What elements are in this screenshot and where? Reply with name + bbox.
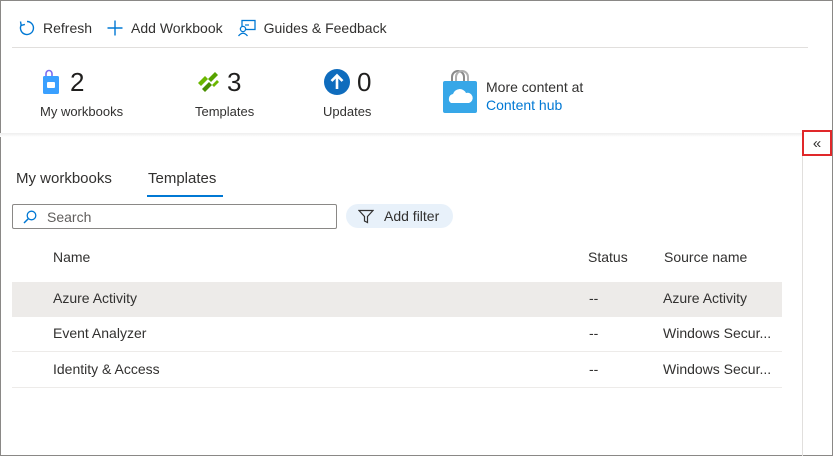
active-tab-indicator bbox=[147, 195, 223, 197]
row-status: -- bbox=[589, 361, 599, 377]
refresh-label: Refresh bbox=[43, 20, 93, 36]
row-name: Identity & Access bbox=[53, 361, 160, 377]
search-box[interactable] bbox=[12, 204, 337, 229]
row-source-name: Azure Activity bbox=[663, 290, 748, 306]
table-row[interactable]: Event Analyzer -- Windows Secur... bbox=[12, 317, 782, 352]
add-filter-button[interactable]: Add filter bbox=[346, 204, 453, 228]
table-row[interactable]: Azure Activity -- Azure Activity bbox=[12, 282, 782, 317]
updates-count: 0 bbox=[357, 67, 372, 97]
table-row[interactable]: Identity & Access -- Windows Secur... bbox=[12, 353, 782, 388]
tab-templates[interactable]: Templates bbox=[148, 170, 216, 187]
search-icon bbox=[23, 210, 37, 224]
summary-stats: 2 My workbooks 3 Templates 0 Updates bbox=[0, 48, 808, 134]
templates-count: 3 bbox=[227, 67, 242, 97]
content-hub-bag-icon bbox=[443, 70, 477, 113]
row-source-name: Windows Secur... bbox=[663, 361, 772, 377]
refresh-button[interactable]: Refresh bbox=[12, 10, 100, 46]
tab-my-workbooks[interactable]: My workbooks bbox=[16, 170, 112, 187]
guides-feedback-button[interactable]: Guides & Feedback bbox=[231, 10, 395, 46]
toolbar: Refresh Add Workbook Guides & Feedback bbox=[12, 10, 395, 46]
content-hub-text: More content at bbox=[486, 79, 584, 95]
add-workbook-button[interactable]: Add Workbook bbox=[100, 10, 231, 46]
stat-my-workbooks[interactable]: 2 My workbooks bbox=[40, 68, 123, 119]
my-workbooks-count: 2 bbox=[70, 67, 85, 97]
guides-feedback-label: Guides & Feedback bbox=[263, 20, 387, 36]
content-hub-promo: More content at Content hub bbox=[442, 70, 583, 114]
row-source-name: Windows Secur... bbox=[663, 325, 772, 341]
double-chevron-left-icon: « bbox=[812, 134, 822, 152]
workbook-bag-icon bbox=[43, 69, 59, 94]
my-workbooks-label: My workbooks bbox=[40, 104, 124, 119]
collapse-pane-button[interactable]: « bbox=[802, 130, 832, 156]
add-workbook-label: Add Workbook bbox=[131, 20, 223, 36]
stat-updates[interactable]: 0 Updates bbox=[323, 68, 371, 119]
stats-divider bbox=[0, 133, 808, 137]
content-hub-link[interactable]: Content hub bbox=[486, 96, 583, 114]
add-filter-label: Add filter bbox=[384, 208, 440, 224]
details-pane-edge bbox=[802, 134, 803, 456]
filter-icon bbox=[358, 209, 374, 223]
guides-feedback-icon bbox=[237, 19, 256, 37]
column-header-name[interactable]: Name bbox=[53, 249, 90, 265]
updates-label: Updates bbox=[323, 104, 372, 119]
templates-icon bbox=[198, 72, 219, 92]
table-header: Name Status Source name bbox=[12, 240, 782, 276]
row-name: Event Analyzer bbox=[53, 325, 147, 341]
add-icon bbox=[107, 20, 123, 36]
column-header-status[interactable]: Status bbox=[588, 249, 628, 265]
refresh-icon bbox=[19, 20, 35, 36]
row-name: Azure Activity bbox=[53, 290, 138, 306]
templates-label: Templates bbox=[195, 104, 255, 119]
row-status: -- bbox=[589, 290, 599, 306]
column-header-source-name[interactable]: Source name bbox=[664, 249, 747, 265]
stat-templates[interactable]: 3 Templates bbox=[195, 68, 254, 119]
row-status: -- bbox=[589, 325, 599, 341]
search-input[interactable] bbox=[47, 208, 317, 225]
update-arrow-icon bbox=[324, 69, 350, 95]
